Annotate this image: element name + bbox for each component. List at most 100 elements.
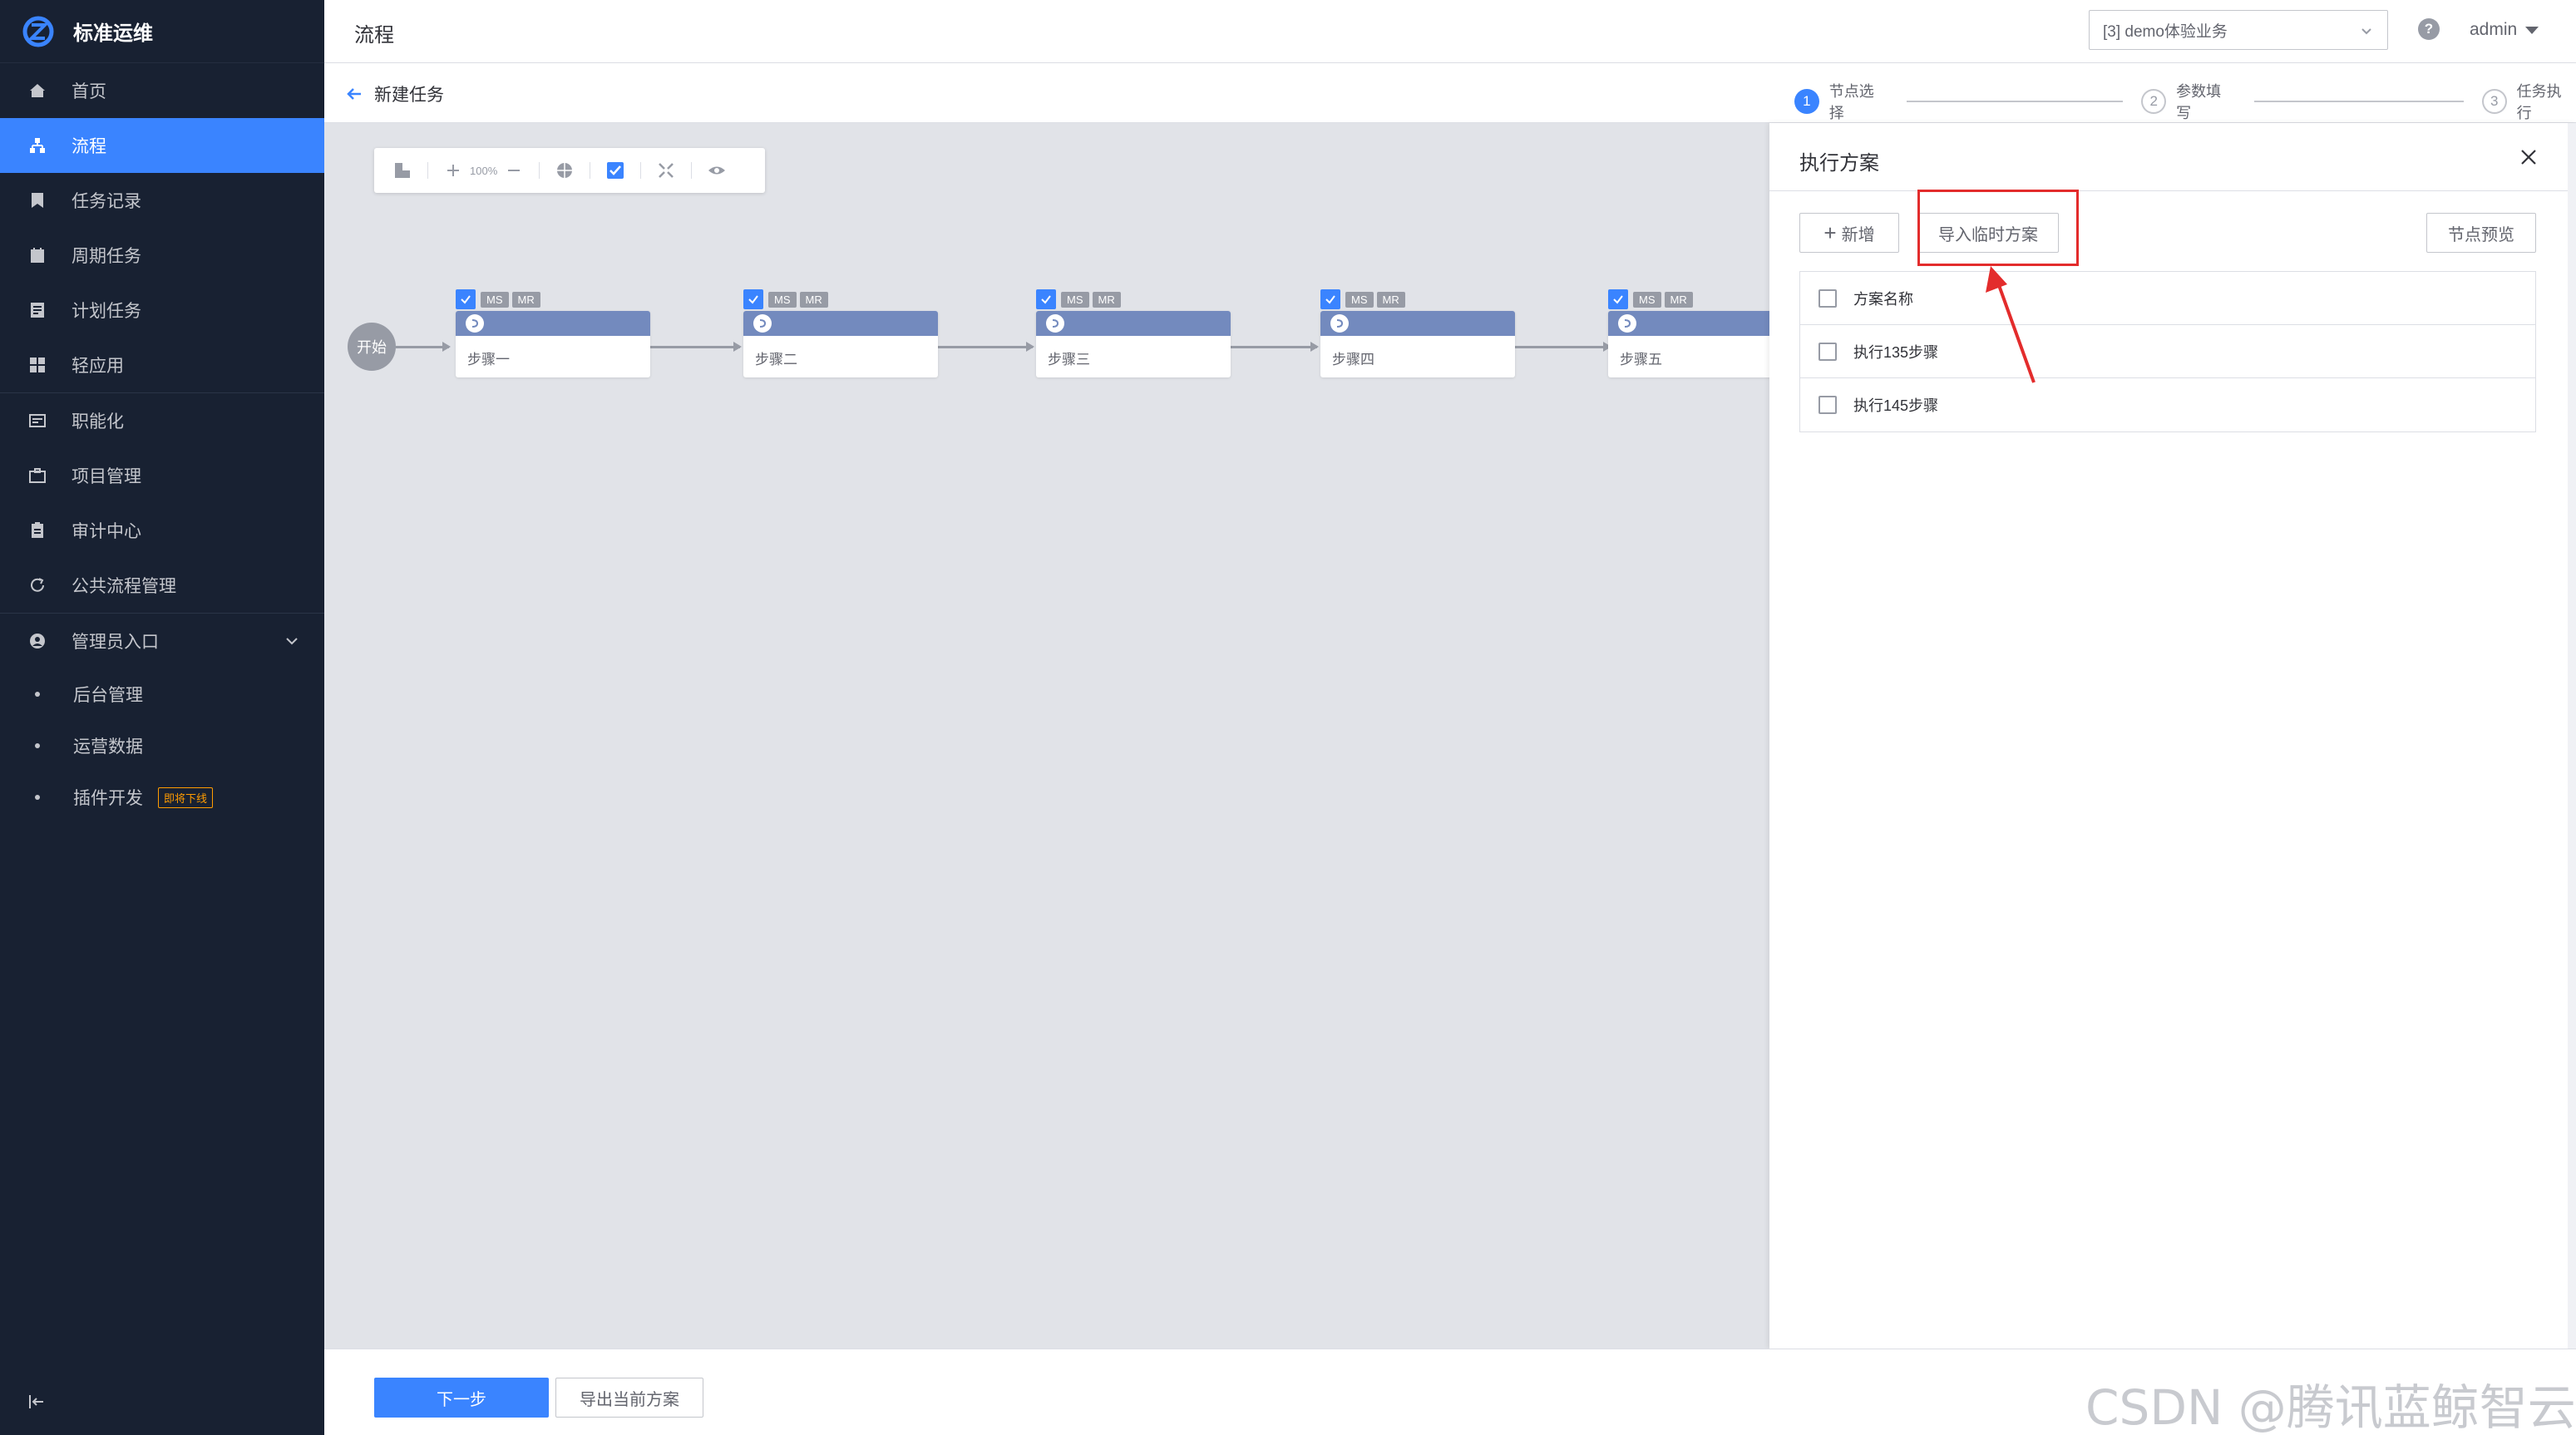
close-icon[interactable]: [2518, 146, 2539, 168]
sidebar-item-public-flow[interactable]: 公共流程管理: [0, 558, 324, 613]
check-icon: [461, 295, 471, 304]
node-checkbox[interactable]: [456, 289, 476, 309]
check-icon: [1613, 295, 1623, 304]
brand[interactable]: 标准运维: [0, 0, 324, 63]
refresh-icon: [31, 578, 44, 592]
node-preview-button[interactable]: 节点预览: [2426, 213, 2536, 253]
node-label: 步骤二: [755, 352, 797, 367]
node-header: [1608, 311, 1769, 336]
node-checkbox[interactable]: [743, 289, 763, 309]
flow-node[interactable]: MS MR 步骤一: [456, 289, 650, 377]
node-card[interactable]: 步骤二: [743, 311, 938, 377]
watermark: CSDN @腾讯蓝鲸智云: [2085, 1379, 2576, 1435]
sidebar-item-functionalization[interactable]: 职能化: [0, 393, 324, 448]
business-select[interactable]: [3] demo体验业务: [2089, 10, 2388, 50]
scrollbar[interactable]: [2568, 123, 2576, 1349]
sub-header: 新建任务 1 节点选择 2 参数填写 3 任务执行: [324, 63, 2576, 123]
caret-down-icon: [2525, 26, 2539, 34]
flow-icon: [30, 138, 45, 153]
node-card[interactable]: 步骤五: [1608, 311, 1769, 377]
function-icon: [29, 414, 46, 427]
table-row[interactable]: 执行145步骤: [1800, 378, 2535, 431]
node-tags: MS MR: [743, 289, 832, 309]
bookmark-icon: [32, 193, 43, 208]
node-type-icon: [1618, 314, 1636, 333]
zoom-level: 100%: [470, 164, 498, 177]
row-checkbox[interactable]: [1818, 342, 1837, 361]
collapse-sidebar-icon[interactable]: [27, 1392, 47, 1412]
apps-icon: [30, 358, 45, 372]
select-all-icon[interactable]: [605, 160, 625, 180]
sidebar-item-task-records[interactable]: 任务记录: [0, 173, 324, 228]
sidebar-item-audit-center[interactable]: 审计中心: [0, 503, 324, 558]
node-card[interactable]: 步骤一: [456, 311, 650, 377]
sidebar-item-plugin-dev[interactable]: 插件开发 即将下线: [0, 772, 324, 823]
sidebar-item-ops-data[interactable]: 运营数据: [0, 720, 324, 772]
clipboard-icon: [32, 522, 43, 538]
node-checkbox[interactable]: [1036, 289, 1056, 309]
help-icon[interactable]: ?: [2418, 18, 2440, 40]
add-plan-button[interactable]: + 新增: [1799, 213, 1899, 253]
sidebar-item-backend-admin[interactable]: 后台管理: [0, 668, 324, 720]
layout-icon[interactable]: [392, 160, 412, 180]
next-step-label: 下一步: [437, 1390, 486, 1409]
node-header: [743, 311, 938, 336]
flow-node[interactable]: MS MR 步骤三: [1036, 289, 1231, 377]
sidebar-item-flow[interactable]: 流程: [0, 118, 324, 173]
add-plan-label: 新增: [1841, 225, 1875, 244]
node-header: [1320, 311, 1515, 336]
home-icon: [30, 84, 45, 97]
sidebar-item-project-management[interactable]: 项目管理: [0, 448, 324, 503]
tag-ms: MS: [768, 291, 797, 308]
node-label: 步骤一: [467, 352, 510, 367]
divider: [539, 162, 540, 179]
flow-edge: [1512, 342, 1611, 352]
status-badge: 即将下线: [158, 787, 214, 808]
tag-ms: MS: [1345, 291, 1374, 308]
tag-mr: MR: [511, 291, 540, 308]
sidebar-item-light-apps[interactable]: 轻应用: [0, 338, 324, 392]
sidebar-item-home[interactable]: 首页: [0, 63, 324, 118]
node-checkbox[interactable]: [1320, 289, 1340, 309]
select-all-checkbox[interactable]: [1818, 288, 1837, 308]
sidebar-item-label: 后台管理: [73, 686, 143, 705]
sidebar-group-admin[interactable]: 管理员入口: [0, 614, 324, 668]
step-3: 3 任务执行: [2481, 80, 2576, 123]
annotation-highlight-box: [1917, 190, 2079, 266]
step-2: 2 参数填写: [2141, 80, 2235, 123]
sidebar-item-periodic-tasks[interactable]: 周期任务: [0, 228, 324, 283]
eye-icon[interactable]: [707, 160, 727, 180]
table-row[interactable]: 执行135步骤: [1800, 325, 2535, 378]
page-title: 流程: [354, 24, 394, 47]
flow-edge: [935, 342, 1034, 352]
user-menu[interactable]: admin: [2470, 20, 2539, 40]
locate-icon[interactable]: [555, 160, 575, 180]
brand-title: 标准运维: [73, 22, 153, 45]
zoom-out-icon[interactable]: [504, 160, 524, 180]
node-card[interactable]: 步骤三: [1036, 311, 1231, 377]
chevron-down-icon: [286, 638, 298, 645]
flow-node[interactable]: MS MR 步骤五: [1608, 289, 1769, 377]
fullscreen-icon[interactable]: [656, 160, 676, 180]
node-checkbox[interactable]: [1608, 289, 1628, 309]
step-connector: [1907, 101, 2124, 102]
sidebar-item-planned-tasks[interactable]: 计划任务: [0, 283, 324, 338]
zoom-in-icon[interactable]: [443, 160, 463, 180]
user-circle-icon: [30, 634, 45, 648]
next-step-button[interactable]: 下一步: [374, 1378, 549, 1418]
row-checkbox[interactable]: [1818, 396, 1837, 414]
flow-canvas[interactable]: 100% 开始 MS MR 步骤一 MS MR 步骤二 MS MR 步骤三 MS…: [324, 123, 1769, 1349]
node-card[interactable]: 步骤四: [1320, 311, 1515, 377]
start-node[interactable]: 开始: [348, 323, 396, 371]
annotation-arrow-icon: [1986, 266, 2036, 383]
sidebar-item-label: 周期任务: [72, 247, 141, 266]
node-type-icon: [1330, 314, 1349, 333]
flow-node[interactable]: MS MR 步骤二: [743, 289, 938, 377]
back-link[interactable]: 新建任务: [344, 81, 444, 106]
business-select-value: [3] demo体验业务: [2103, 22, 2228, 41]
export-plan-button[interactable]: 导出当前方案: [555, 1378, 703, 1418]
node-label: 步骤五: [1620, 352, 1662, 367]
flow-node[interactable]: MS MR 步骤四: [1320, 289, 1515, 377]
briefcase-icon: [29, 468, 46, 483]
plus-icon: +: [1823, 219, 1837, 245]
